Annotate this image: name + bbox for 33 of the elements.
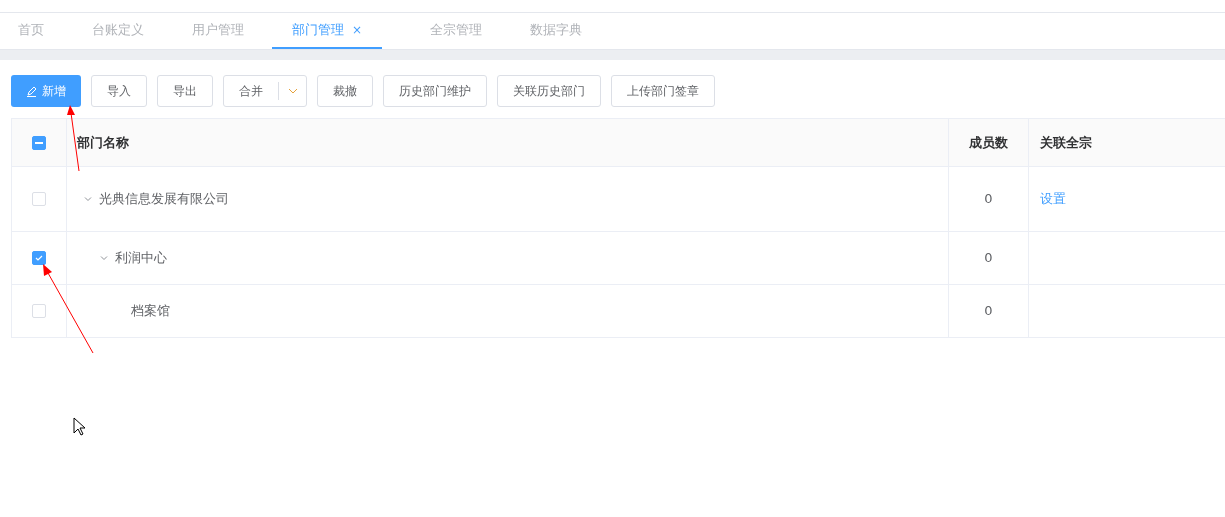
tab[interactable]: 全宗管理	[430, 13, 483, 49]
caret-icon[interactable]	[83, 194, 93, 204]
toolbar-button[interactable]: 裁撤	[317, 75, 373, 107]
caret-icon[interactable]	[99, 253, 109, 263]
table-cell-text: 档案馆	[131, 302, 170, 321]
caret-icon	[287, 88, 298, 94]
close-icon[interactable]: ×	[352, 21, 363, 39]
table-cell-text: 0	[984, 302, 993, 321]
table-cell-text: 利润中心	[115, 249, 167, 268]
settings-link[interactable]: 设置	[1040, 189, 1066, 209]
add-button[interactable]: 新增	[11, 75, 81, 107]
split-button[interactable]: 合并	[223, 75, 307, 107]
column-header: 关联全宗	[1040, 133, 1092, 152]
table-cell-text: 0	[984, 190, 993, 209]
tab[interactable]: 数据字典	[530, 13, 583, 49]
table-cell-text: 光典信息发展有限公司	[99, 190, 229, 209]
toolbar-button[interactable]: 上传部门签章	[611, 75, 715, 107]
row-checkbox[interactable]	[32, 251, 46, 265]
select-all-checkbox[interactable]	[32, 135, 46, 150]
cursor-icon	[73, 417, 86, 436]
table-cell-text: 0	[984, 249, 993, 268]
tab[interactable]: 用户管理	[192, 13, 244, 49]
minus-icon	[35, 141, 43, 144]
toolbar-button[interactable]: 历史部门维护	[383, 75, 487, 107]
toolbar-button[interactable]: 关联历史部门	[497, 75, 601, 107]
column-header: 成员数	[969, 133, 1008, 152]
toolbar-button[interactable]: 导出	[157, 75, 213, 107]
toolbar-button[interactable]: 导入	[91, 75, 147, 107]
tab[interactable]: 首页	[18, 13, 44, 49]
tab[interactable]: 台账定义	[92, 13, 144, 49]
check-icon	[35, 255, 43, 261]
column-header: 部门名称	[77, 133, 129, 152]
pencil-icon	[26, 85, 37, 97]
